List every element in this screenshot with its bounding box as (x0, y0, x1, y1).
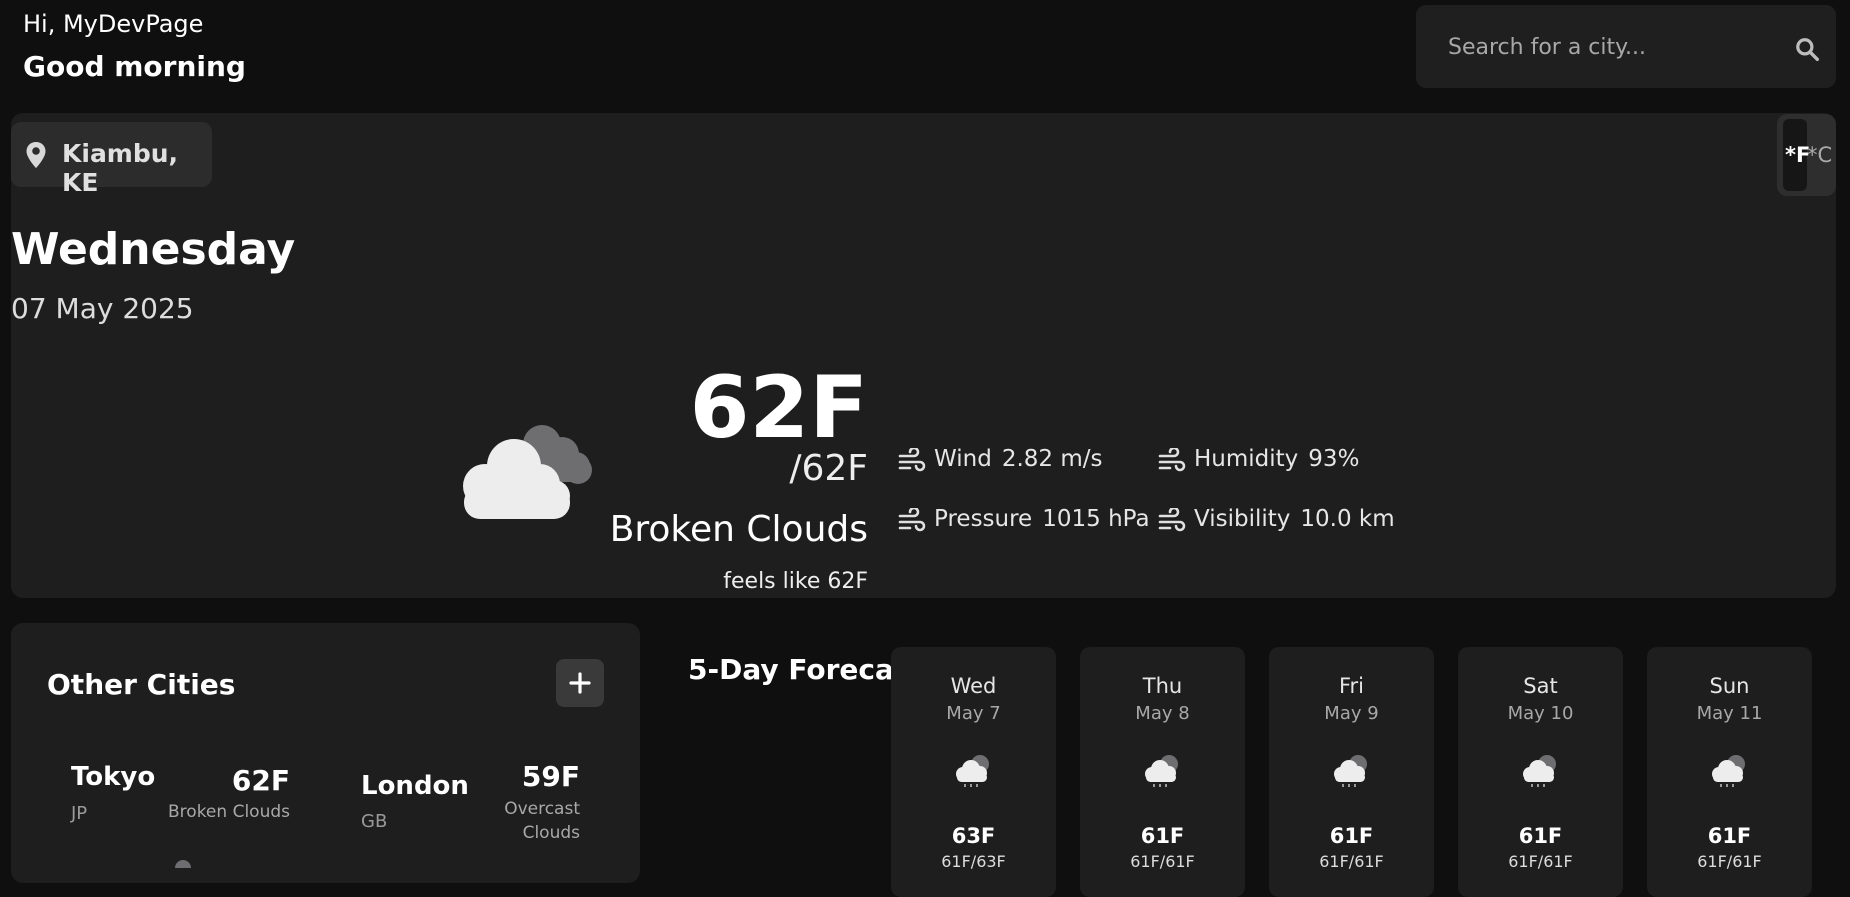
stat-visibility: Visibility 10.0 km (1158, 506, 1395, 532)
forecast-day: Thu (1142, 674, 1183, 698)
forecast-day: Wed (950, 674, 997, 698)
forecast-temp: 61F (1518, 824, 1563, 848)
forecast-date: May 8 (1135, 703, 1190, 724)
city-condition-london: Overcast Clouds (504, 797, 580, 845)
add-city-button[interactable] (556, 659, 604, 707)
forecast-date: May 7 (946, 703, 1001, 724)
city-name-london[interactable]: London (361, 771, 469, 801)
weather-condition: Broken Clouds (609, 509, 868, 550)
wind-icon (1158, 507, 1186, 531)
rain-cloud-icon (1334, 755, 1367, 787)
city-name-tokyo[interactable]: Tokyo (71, 762, 155, 792)
forecast-title: 5-Day Forecast (688, 653, 924, 686)
city-condition-tokyo: Broken Clouds (168, 802, 290, 822)
forecast-range: 61F/61F (1508, 852, 1573, 871)
forecast-card: Sun May 11 61F 61F/61F (1647, 647, 1812, 897)
city-country-tokyo: JP (71, 803, 88, 824)
forecast-day: Sun (1709, 674, 1750, 698)
forecast-date: May 10 (1507, 703, 1574, 724)
rain-cloud-icon (1712, 755, 1745, 787)
forecast-card: Wed May 7 63F 61F/63F (891, 647, 1056, 897)
forecast-day: Sat (1523, 674, 1558, 698)
search-bar (1416, 5, 1836, 90)
forecast-date: May 11 (1696, 703, 1763, 724)
current-temperature: 62F (689, 358, 868, 458)
forecast-range: 61F/61F (1130, 852, 1195, 871)
rain-cloud-icon (1523, 755, 1556, 787)
stat-value: 10.0 km (1300, 506, 1395, 532)
salutation-text: Good morning (23, 50, 246, 83)
forecast-temp: 61F (1140, 824, 1185, 848)
city-temp-london: 59F (521, 760, 580, 793)
stat-label: Pressure (934, 506, 1033, 532)
forecast-day: Fri (1338, 674, 1365, 698)
plus-icon (569, 672, 591, 694)
forecast-temp: 63F (951, 824, 996, 848)
temperature-range: /62F (789, 448, 868, 489)
search-input[interactable] (1446, 5, 1780, 90)
stat-humidity: Humidity 93% (1158, 446, 1359, 472)
rain-cloud-icon (1145, 755, 1178, 787)
location-label: Kiambu, KE (62, 139, 179, 197)
wind-icon (898, 447, 926, 471)
forecast-card: Thu May 8 61F 61F/61F (1080, 647, 1245, 897)
unit-celsius-option[interactable]: *C (1807, 143, 1832, 167)
forecast-temp: 61F (1707, 824, 1752, 848)
map-pin-icon (26, 142, 46, 168)
current-date: 07 May 2025 (11, 292, 194, 325)
other-cities-title: Other Cities (47, 668, 236, 701)
wind-icon (1158, 447, 1186, 471)
wind-icon (898, 507, 926, 531)
stat-value: 1015 hPa (1042, 506, 1150, 532)
forecast-date: May 9 (1324, 703, 1379, 724)
forecast-card: Sat May 10 61F 61F/61F (1458, 647, 1623, 897)
feels-like-text: feels like 62F (723, 569, 868, 594)
forecast-card: Fri May 9 61F 61F/61F (1269, 647, 1434, 897)
city-country-london: GB (361, 811, 388, 832)
rain-cloud-icon (956, 755, 989, 787)
stat-wind: Wind 2.82 m/s (898, 446, 1102, 472)
forecast-range: 61F/61F (1697, 852, 1762, 871)
forecast-range: 61F/63F (941, 852, 1006, 871)
city-temp-tokyo: 62F (231, 764, 290, 797)
cloud-icon (175, 860, 191, 868)
search-icon[interactable] (1794, 36, 1820, 62)
location-chip: Kiambu, KE (11, 122, 212, 197)
forecast-range: 61F/61F (1319, 852, 1384, 871)
stat-pressure: Pressure 1015 hPa (898, 506, 1150, 532)
stat-value: 2.82 m/s (1001, 446, 1103, 472)
city-condition-line: Clouds (522, 823, 580, 843)
unit-toggle[interactable]: *F *C (1777, 114, 1836, 196)
stat-label: Visibility (1194, 506, 1291, 532)
city-condition-line: Overcast (504, 799, 580, 819)
broken-clouds-icon (463, 425, 592, 519)
current-day: Wednesday (11, 224, 296, 275)
forecast-temp: 61F (1329, 824, 1374, 848)
greeting-text: Hi, MyDevPage (23, 10, 204, 38)
stat-value: 93% (1308, 446, 1360, 472)
stat-label: Humidity (1194, 446, 1299, 472)
stat-label: Wind (934, 446, 992, 472)
